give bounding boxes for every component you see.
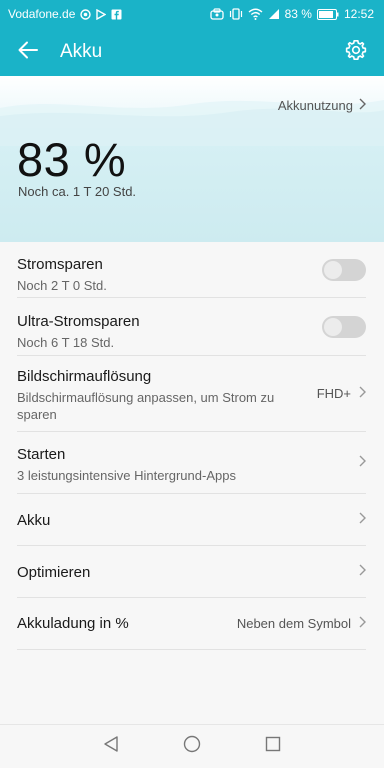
status-time: 12:52 (343, 7, 374, 21)
chevron-right-icon (359, 454, 366, 472)
chevron-right-icon (359, 563, 366, 581)
settings-button[interactable] (328, 28, 384, 76)
screen-resolution-control: FHD+ (317, 356, 366, 431)
play-store-icon (96, 8, 107, 20)
nav-recent-apps-button[interactable] (251, 725, 295, 768)
app-bar: Akku (0, 28, 384, 76)
remaining-time: Noch ca. 1 T 20 Std. (18, 184, 137, 199)
nav-back-button[interactable] (89, 725, 133, 768)
alarm-icon (209, 8, 224, 20)
chevron-right-icon (359, 98, 366, 113)
ultra-power-saving-control (322, 298, 366, 355)
list-item-optimize[interactable]: Optimieren (17, 546, 366, 598)
arrow-left-icon (18, 41, 38, 64)
navigation-bar (0, 724, 384, 768)
screen-resolution-title: Bildschirmauflösung (17, 368, 152, 385)
list-item-ultra-power-saving[interactable]: Ultra-Stromsparen Noch 6 T 18 Std. (17, 298, 366, 356)
status-battery-percent: 83 % (284, 7, 312, 21)
screen-resolution-value: FHD+ (316, 386, 351, 401)
wifi-icon (248, 8, 263, 20)
battery-percentage-value: Neben dem Symbol (236, 616, 351, 631)
list-item-battery-percentage[interactable]: Akkuladung in % Neben dem Symbol (17, 598, 366, 650)
launch-subtitle: 3 leistungsintensive Hintergrund-Apps (17, 468, 236, 483)
vibrate-icon (229, 8, 243, 20)
chevron-right-icon (359, 385, 366, 403)
list-item-screen-resolution[interactable]: Bildschirmauflösung Bildschirmauflösung … (17, 356, 366, 432)
battery-usage-link[interactable]: Akkunutzung (278, 98, 366, 113)
vpn-icon (80, 8, 92, 20)
battery-usage-label: Akkunutzung (277, 98, 353, 113)
chevron-right-icon (359, 511, 366, 529)
triangle-back-icon (102, 735, 120, 758)
ultra-power-saving-toggle[interactable] (322, 315, 366, 338)
toggle-knob (324, 260, 342, 279)
launch-control (359, 432, 366, 493)
carrier-name: Vodafone.de (8, 7, 76, 21)
status-bar-left: Vodafone.de (8, 7, 122, 21)
battery-icon (316, 8, 339, 20)
list-item-battery[interactable]: Akku (17, 494, 366, 546)
battery-summary: Akkunutzung 83 % Noch ca. 1 T 20 Std. (0, 76, 384, 242)
launch-title: Starten (17, 446, 66, 463)
ultra-power-saving-title: Ultra-Stromsparen (17, 313, 140, 330)
optimize-title: Optimieren (17, 564, 91, 581)
power-saving-control (322, 242, 366, 297)
toggle-knob (324, 317, 342, 336)
status-bar-right: 83 % 12:52 (209, 7, 374, 21)
list-item-launch[interactable]: Starten 3 leistungsintensive Hintergrund… (17, 432, 366, 494)
settings-list: Stromsparen Noch 2 T 0 Std. Ultra-Stroms… (0, 242, 384, 650)
status-bar: Vodafone.de 83 % 12:52 (0, 0, 384, 28)
back-button[interactable] (0, 28, 56, 76)
gear-icon (345, 39, 367, 66)
power-saving-toggle[interactable] (322, 258, 366, 281)
circle-home-icon (183, 735, 201, 758)
optimize-control (359, 546, 366, 597)
power-saving-title: Stromsparen (17, 256, 103, 273)
battery-level: 83 % (17, 133, 127, 186)
signal-icon (268, 8, 280, 20)
square-recent-icon (265, 736, 281, 757)
battery-percentage-control: Neben dem Symbol (237, 598, 366, 649)
page-title: Akku (60, 41, 103, 62)
list-item-power-saving[interactable]: Stromsparen Noch 2 T 0 Std. (17, 242, 366, 298)
screen-resolution-subtitle: Bildschirmauflösung anpassen, um Strom z… (17, 390, 275, 422)
nav-home-button[interactable] (170, 725, 214, 768)
battery-control (359, 494, 366, 545)
ultra-power-saving-subtitle: Noch 6 T 18 Std. (17, 335, 115, 350)
facebook-icon (111, 9, 122, 20)
power-saving-subtitle: Noch 2 T 0 Std. (17, 278, 107, 293)
battery-title: Akku (17, 512, 51, 529)
chevron-right-icon (359, 615, 366, 633)
